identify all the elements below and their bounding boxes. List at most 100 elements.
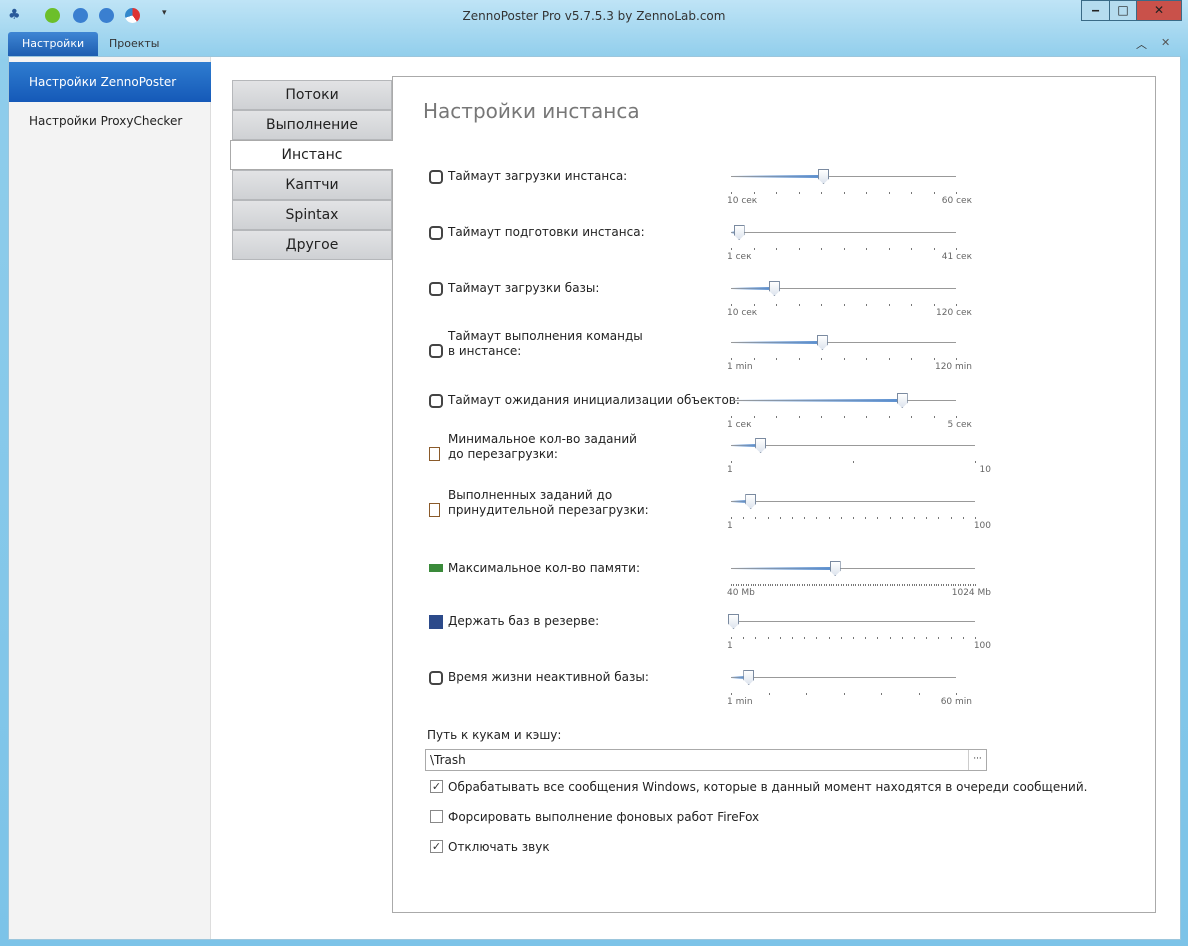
slider-label: Таймаут выполнения команды в инстансе: bbox=[448, 329, 643, 358]
slider-tick bbox=[968, 584, 969, 586]
sidebar-item-zennoposter[interactable]: Настройки ZennoPoster bbox=[9, 62, 211, 102]
slider-tick bbox=[956, 416, 957, 418]
slider-tick bbox=[889, 358, 890, 360]
slider-tick bbox=[873, 584, 874, 586]
slider-tick bbox=[731, 637, 732, 639]
tab-instance[interactable]: Инстанс bbox=[230, 140, 393, 170]
sidebar-item-proxychecker[interactable]: Настройки ProxyChecker bbox=[9, 101, 211, 141]
slider[interactable]: 1 100 bbox=[727, 614, 991, 651]
slider-thumb[interactable] bbox=[728, 614, 739, 629]
tab-execution[interactable]: Выполнение bbox=[232, 110, 392, 140]
slider-track bbox=[731, 445, 975, 446]
slider-tick bbox=[912, 584, 913, 586]
slider-tick bbox=[926, 584, 927, 586]
slider-tick bbox=[911, 304, 912, 306]
window-title: ZennoPoster Pro v5.7.5.3 by ZennoLab.com bbox=[462, 9, 726, 23]
checkbox-label[interactable]: Отключать звук bbox=[448, 840, 550, 854]
slider-tick bbox=[799, 584, 800, 586]
slider-thumb[interactable] bbox=[829, 561, 841, 576]
slider-tick bbox=[754, 358, 755, 360]
slider-thumb[interactable] bbox=[816, 335, 828, 350]
slider-tick bbox=[889, 304, 890, 306]
maximize-button[interactable]: □ bbox=[1109, 0, 1137, 21]
slider-tick bbox=[776, 304, 777, 306]
tab-other[interactable]: Другое bbox=[232, 230, 392, 260]
ribbon-tab-projects[interactable]: Проекты bbox=[95, 32, 174, 56]
slider-tick bbox=[855, 584, 856, 586]
slider-tick bbox=[970, 584, 971, 586]
slider-tick bbox=[934, 248, 935, 250]
slider-tick bbox=[975, 461, 976, 463]
slider[interactable]: 1 min 120 min bbox=[727, 335, 972, 372]
slider-tick bbox=[870, 584, 871, 586]
stop-icon[interactable] bbox=[99, 8, 114, 23]
slider-thumb[interactable] bbox=[755, 438, 767, 453]
slider[interactable]: 10 сек 120 сек bbox=[727, 281, 972, 318]
slider-tick bbox=[731, 358, 732, 360]
slider[interactable]: 10 сек 60 сек bbox=[727, 169, 972, 206]
slider-tick bbox=[955, 584, 956, 586]
slider-tick bbox=[743, 517, 744, 519]
slider-tick bbox=[902, 637, 903, 639]
checkbox[interactable]: ✓ bbox=[430, 840, 443, 853]
minimize-button[interactable]: ‒ bbox=[1081, 0, 1110, 21]
slider-max-label: 100 bbox=[973, 521, 991, 531]
slider-tick bbox=[844, 693, 845, 695]
path-input[interactable]: \Trash ··· bbox=[425, 749, 987, 771]
slider[interactable]: 1 100 bbox=[727, 494, 991, 531]
chart-icon[interactable] bbox=[125, 8, 140, 23]
slider-tick bbox=[926, 517, 927, 519]
slider-tick bbox=[892, 584, 893, 586]
slider-tick bbox=[777, 584, 778, 586]
slider-thumb[interactable] bbox=[896, 393, 908, 408]
slider-tick bbox=[882, 584, 883, 586]
checkbox[interactable]: ✓ bbox=[430, 780, 443, 793]
memory-icon bbox=[429, 564, 443, 572]
close-button[interactable]: ✕ bbox=[1136, 0, 1182, 21]
tab-spintax[interactable]: Spintax bbox=[232, 200, 392, 230]
slider-tick bbox=[853, 584, 854, 586]
quick-access-dropdown-icon[interactable]: ▾ bbox=[162, 8, 167, 18]
slider-thumb[interactable] bbox=[768, 281, 780, 296]
slider[interactable]: 1 сек 41 сек bbox=[727, 225, 972, 262]
clock-icon bbox=[429, 344, 443, 358]
slider-thumb[interactable] bbox=[745, 494, 757, 509]
slider-thumb[interactable] bbox=[733, 225, 745, 240]
add-icon[interactable] bbox=[45, 8, 60, 23]
slider-tick bbox=[733, 584, 734, 586]
clipboard-icon bbox=[429, 503, 440, 517]
slider-track bbox=[731, 621, 975, 622]
slider-tick bbox=[816, 637, 817, 639]
slider-tick bbox=[853, 637, 854, 639]
slider[interactable]: 40 Mb 1024 Mb bbox=[727, 561, 991, 598]
slider-tick bbox=[963, 637, 964, 639]
database-icon bbox=[429, 615, 443, 629]
checkbox[interactable] bbox=[430, 810, 443, 823]
slider-thumb[interactable] bbox=[743, 670, 755, 685]
slider-tick bbox=[846, 584, 847, 586]
slider-tick bbox=[865, 584, 866, 586]
slider-thumb[interactable] bbox=[818, 169, 829, 184]
tab-captcha[interactable]: Каптчи bbox=[232, 170, 392, 200]
tab-threads[interactable]: Потоки bbox=[232, 80, 392, 110]
slider[interactable]: 1 сек 5 сек bbox=[727, 393, 972, 430]
ribbon-tab-settings[interactable]: Настройки bbox=[8, 32, 99, 56]
slider-tick bbox=[956, 693, 957, 695]
browse-button[interactable]: ··· bbox=[968, 750, 986, 770]
slider-tick bbox=[743, 584, 744, 586]
slider[interactable]: 1 min 60 min bbox=[727, 670, 972, 707]
checkbox-label[interactable]: Форсировать выполнение фоновых работ Fir… bbox=[448, 810, 759, 824]
slider-min-label: 1 bbox=[727, 465, 733, 475]
collapse-ribbon-icon[interactable]: ︿ bbox=[1136, 36, 1147, 52]
slider-max-label: 1024 Mb bbox=[951, 588, 991, 598]
slider-tick bbox=[731, 416, 732, 418]
slider-tick bbox=[897, 584, 898, 586]
slider[interactable]: 1 10 bbox=[727, 438, 991, 475]
slider-tick bbox=[755, 637, 756, 639]
play-icon[interactable] bbox=[73, 8, 88, 23]
slider-tick bbox=[934, 304, 935, 306]
checkbox-label[interactable]: Обрабатывать все сообщения Windows, кото… bbox=[448, 780, 1087, 794]
slider-tick bbox=[902, 584, 903, 586]
close-tab-icon[interactable]: ✕ bbox=[1161, 36, 1170, 49]
slider-max-label: 60 сек bbox=[941, 196, 972, 206]
